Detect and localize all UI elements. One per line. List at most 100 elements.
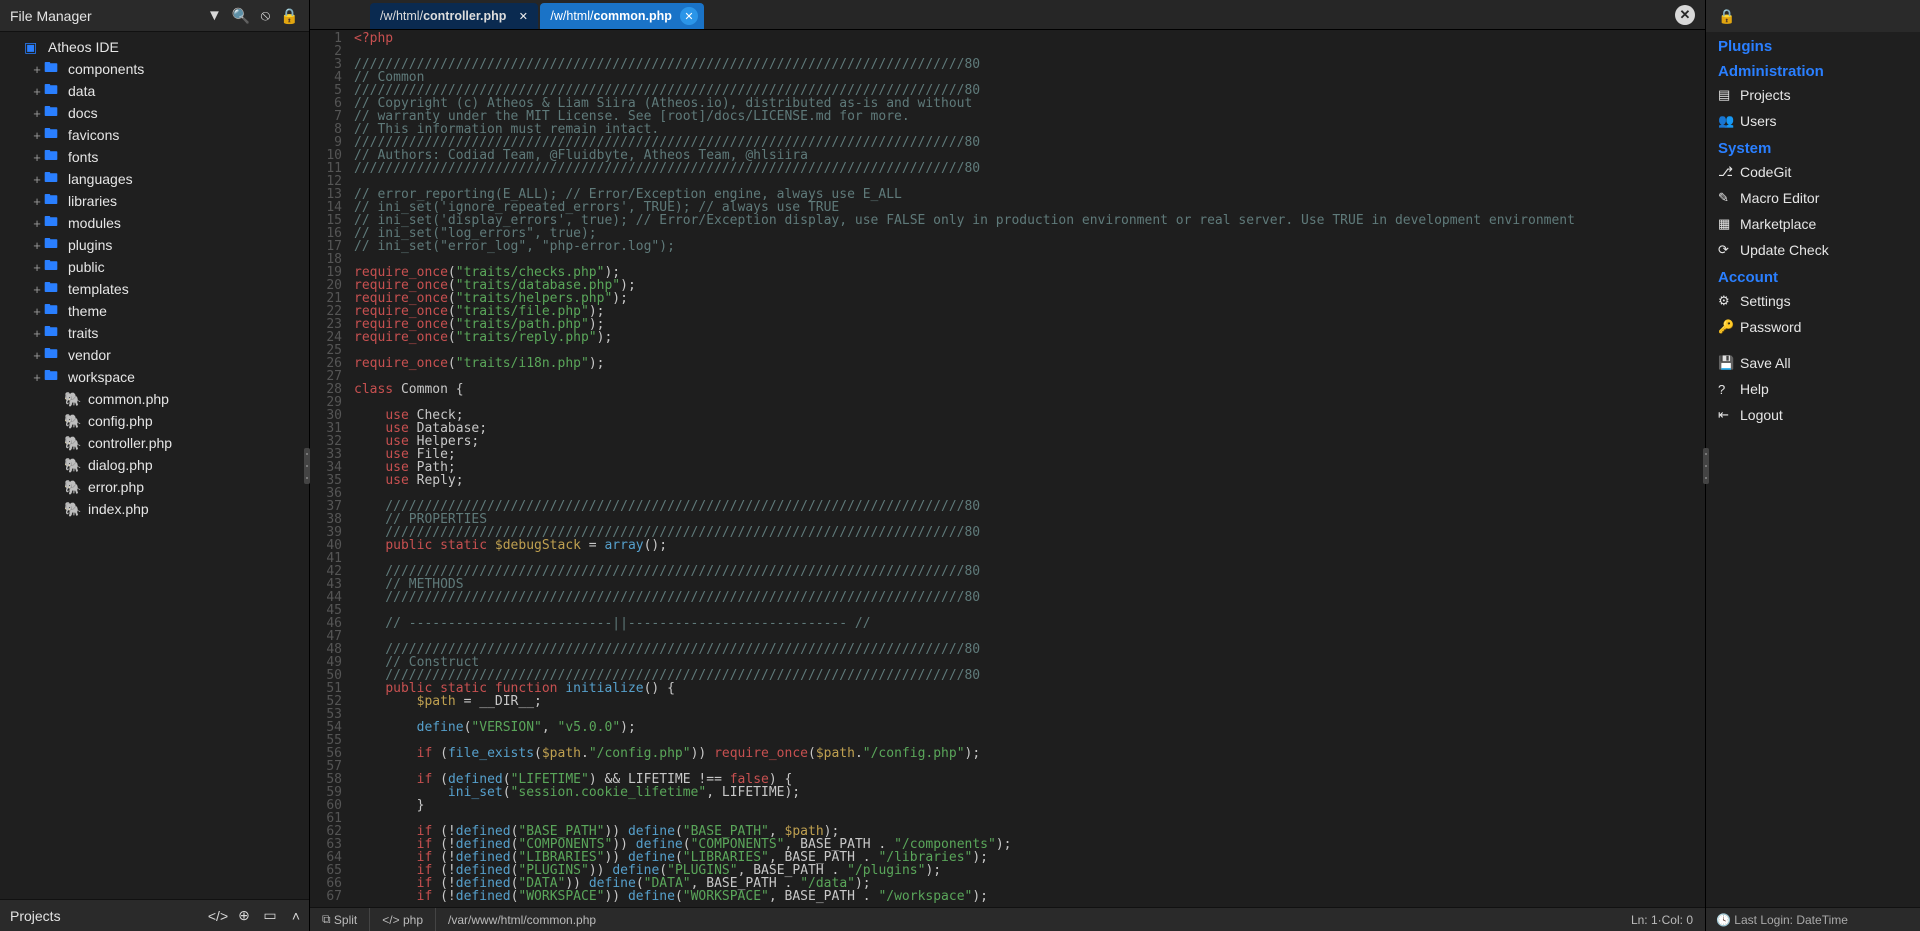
plus-circle-icon[interactable]: ⊕ <box>231 907 257 924</box>
system-macro-icon: ✎ <box>1718 190 1740 206</box>
section-system: System <box>1706 134 1920 159</box>
admin-users[interactable]: 👥Users <box>1706 108 1920 134</box>
tree-file-controller-php[interactable]: 🐘controller.php <box>0 432 309 454</box>
help[interactable]: ?Help <box>1706 376 1920 402</box>
expand-icon[interactable]: + <box>30 194 44 209</box>
expand-icon[interactable]: + <box>30 150 44 165</box>
menu-item-label: Settings <box>1740 293 1791 309</box>
tab-label: /w/html/controller.php <box>380 9 506 23</box>
tree-folder-components[interactable]: +🖿components <box>0 58 309 80</box>
tab-controller-php[interactable]: /w/html/controller.php ✕ <box>370 3 538 29</box>
status-split[interactable]: ⧉ Split <box>310 908 370 931</box>
tree-folder-data[interactable]: +🖿data <box>0 80 309 102</box>
account-settings-icon: ⚙ <box>1718 293 1740 309</box>
expand-icon[interactable]: + <box>30 282 44 297</box>
tree-item-label: data <box>68 83 95 99</box>
right-resize-handle[interactable] <box>1703 448 1709 484</box>
tree-root[interactable]: ▣Atheos IDE <box>0 36 309 58</box>
tree-folder-public[interactable]: +🖿public <box>0 256 309 278</box>
search-icon[interactable]: 🔍 <box>232 7 251 25</box>
tree-folder-templates[interactable]: +🖿templates <box>0 278 309 300</box>
filter-icon[interactable]: ▼ <box>207 7 222 24</box>
folder-icon: 🖿 <box>44 167 64 191</box>
tree-item-label: workspace <box>68 369 135 385</box>
system-codegit-icon: ⎇ <box>1718 164 1740 180</box>
admin-projects-icon: ▤ <box>1718 87 1740 103</box>
left-resize-handle[interactable] <box>304 448 310 484</box>
expand-icon[interactable]: + <box>30 304 44 319</box>
tree-folder-fonts[interactable]: +🖿fonts <box>0 146 309 168</box>
php-file-icon: 🐘 <box>64 479 84 496</box>
system-macro[interactable]: ✎Macro Editor <box>1706 185 1920 211</box>
php-file-icon: 🐘 <box>64 435 84 452</box>
account-password-icon: 🔑 <box>1718 319 1740 335</box>
expand-icon[interactable]: + <box>30 62 44 77</box>
status-lang[interactable]: </> php <box>370 908 436 931</box>
tree-folder-libraries[interactable]: +🖿libraries <box>0 190 309 212</box>
admin-projects[interactable]: ▤Projects <box>1706 82 1920 108</box>
expand-icon[interactable]: + <box>30 238 44 253</box>
system-update[interactable]: ⟳Update Check <box>1706 237 1920 263</box>
expand-icon[interactable]: + <box>30 106 44 121</box>
close-all-tabs-icon[interactable]: ✕ <box>1675 5 1695 25</box>
tab-close-icon[interactable]: ✕ <box>514 7 532 25</box>
expand-icon[interactable]: + <box>30 370 44 385</box>
save-all[interactable]: 💾Save All <box>1706 350 1920 376</box>
archive-icon[interactable]: ▭ <box>257 907 283 924</box>
folder-icon: 🖿 <box>44 211 64 235</box>
tree-item-label: plugins <box>68 237 112 253</box>
tree-folder-vendor[interactable]: +🖿vendor <box>0 344 309 366</box>
tree-folder-workspace[interactable]: +🖿workspace <box>0 366 309 388</box>
status-path: /var/www/html/common.php <box>436 908 608 931</box>
file-manager-title: File Manager <box>10 8 197 24</box>
tree-file-config-php[interactable]: 🐘config.php <box>0 410 309 432</box>
file-tree[interactable]: ▣Atheos IDE+🖿components+🖿data+🖿docs+🖿fav… <box>0 32 309 899</box>
tree-folder-favicons[interactable]: +🖿favicons <box>0 124 309 146</box>
tree-folder-languages[interactable]: +🖿languages <box>0 168 309 190</box>
chevron-up-icon[interactable]: ˄ <box>283 908 309 924</box>
expand-icon[interactable]: + <box>30 260 44 275</box>
tree-folder-modules[interactable]: +🖿modules <box>0 212 309 234</box>
help-icon: ? <box>1718 382 1740 397</box>
logout[interactable]: ⇤Logout <box>1706 402 1920 428</box>
eye-off-icon[interactable]: ⦸ <box>261 7 271 24</box>
tab-close-icon[interactable]: ✕ <box>680 7 698 25</box>
tree-folder-plugins[interactable]: +🖿plugins <box>0 234 309 256</box>
tree-item-label: controller.php <box>88 435 172 451</box>
tree-folder-traits[interactable]: +🖿traits <box>0 322 309 344</box>
system-marketplace[interactable]: ▦Marketplace <box>1706 211 1920 237</box>
expand-icon[interactable]: + <box>30 172 44 187</box>
tree-file-dialog-php[interactable]: 🐘dialog.php <box>0 454 309 476</box>
php-file-icon: 🐘 <box>64 501 84 518</box>
tree-item-label: dialog.php <box>88 457 153 473</box>
folder-icon: 🖿 <box>44 277 64 301</box>
expand-icon[interactable]: + <box>30 348 44 363</box>
expand-icon[interactable]: + <box>30 84 44 99</box>
tree-folder-theme[interactable]: +🖿theme <box>0 300 309 322</box>
tab-common-php[interactable]: /w/html/common.php✕ <box>540 3 704 29</box>
status-bar: ⧉ Split </> php /var/www/html/common.php… <box>310 907 1705 931</box>
code-icon[interactable]: </> <box>205 908 231 924</box>
code-content[interactable]: <?php///////////////////////////////////… <box>348 30 1705 907</box>
system-codegit[interactable]: ⎇CodeGit <box>1706 159 1920 185</box>
tree-file-index-php[interactable]: 🐘index.php <box>0 498 309 520</box>
menu-item-label: CodeGit <box>1740 164 1791 180</box>
account-password[interactable]: 🔑Password <box>1706 314 1920 340</box>
tree-item-label: theme <box>68 303 107 319</box>
tree-folder-docs[interactable]: +🖿docs <box>0 102 309 124</box>
tree-item-label: index.php <box>88 501 149 517</box>
code-editor[interactable]: 1234567891011121314151617181920212223242… <box>310 30 1705 907</box>
menu-item-label: Macro Editor <box>1740 190 1819 206</box>
account-settings[interactable]: ⚙Settings <box>1706 288 1920 314</box>
menu-item-label: Password <box>1740 319 1801 335</box>
folder-icon: 🖿 <box>44 255 64 279</box>
tab-bar: /w/html/controller.php✕/w/html/common.ph… <box>310 0 1705 30</box>
lock-icon[interactable]: 🔒 <box>1718 8 1735 25</box>
expand-icon[interactable]: + <box>30 216 44 231</box>
line-gutter: 1234567891011121314151617181920212223242… <box>310 30 348 907</box>
expand-icon[interactable]: + <box>30 128 44 143</box>
tree-file-common-php[interactable]: 🐘common.php <box>0 388 309 410</box>
lock-icon[interactable]: 🔒 <box>280 7 299 25</box>
tree-file-error-php[interactable]: 🐘error.php <box>0 476 309 498</box>
expand-icon[interactable]: + <box>30 326 44 341</box>
